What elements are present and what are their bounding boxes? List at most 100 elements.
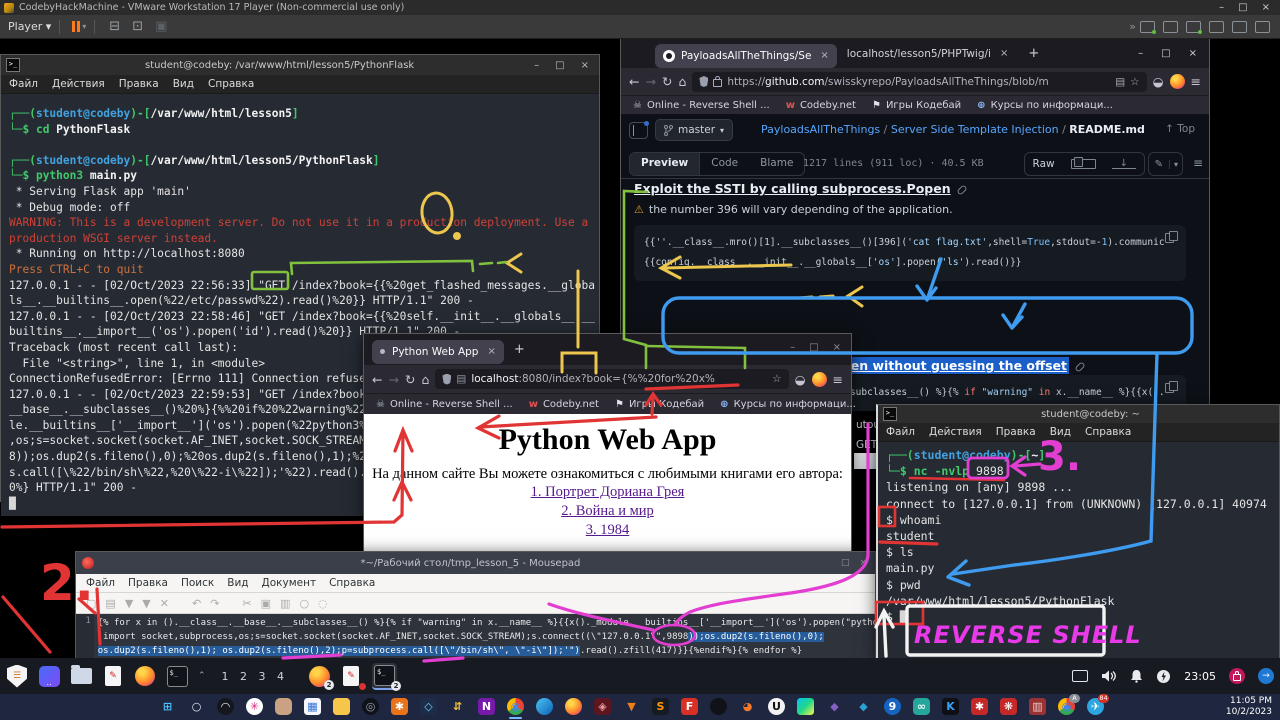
dock-clock[interactable]: 23:05 xyxy=(1184,670,1216,683)
minimize-button[interactable]: – xyxy=(1138,48,1143,59)
menu-item[interactable]: Файл xyxy=(886,426,915,438)
power-icon[interactable] xyxy=(1156,669,1171,684)
menu-item[interactable]: Документ xyxy=(262,577,317,589)
red-gear2-icon[interactable]: ❋ xyxy=(999,697,1018,716)
menu-item[interactable]: Поиск xyxy=(181,577,214,589)
firefox-running-icon[interactable]: 2 xyxy=(308,665,330,687)
sound-device-icon[interactable] xyxy=(1232,21,1247,33)
cd-device-icon[interactable] xyxy=(1163,21,1178,33)
planetside-icon[interactable]: 9 xyxy=(883,697,902,716)
branch-selector[interactable]: master▾ xyxy=(655,119,733,141)
toolbar-icon[interactable]: ○ xyxy=(299,597,309,610)
menu-item[interactable]: Файл xyxy=(86,577,115,589)
reload-icon[interactable]: ↻ xyxy=(405,372,415,387)
display-icon[interactable] xyxy=(1072,670,1088,682)
copy-icon[interactable] xyxy=(1165,383,1174,393)
bookmark-item[interactable]: ⊕Курсы по информаци... xyxy=(720,399,856,410)
mousepad-editor[interactable]: 1 {% for x in ().__class__.__base__.__su… xyxy=(76,614,875,660)
fullscreen-icon[interactable]: ⊡ xyxy=(132,19,143,34)
breadcrumb-repo[interactable]: PayloadsAllTheThings xyxy=(761,123,880,136)
link-text[interactable]: 1. Портрет Дориана Грея xyxy=(531,484,685,500)
notifications-bell-icon[interactable] xyxy=(1130,669,1143,683)
menu-item[interactable]: Вид xyxy=(1050,426,1071,438)
carrot-icon[interactable]: ▼ xyxy=(622,697,641,716)
menu-icon[interactable]: ≡ xyxy=(833,372,843,387)
tracking-shield-icon[interactable] xyxy=(442,374,451,385)
bookmark-item[interactable]: ☠Online - Reverse Shell ... xyxy=(376,399,513,410)
heading-subprocess-popen[interactable]: Exploit the SSTI by calling subprocess.P… xyxy=(634,181,967,196)
settings-orange-icon[interactable]: ✱ xyxy=(390,697,409,716)
close-button[interactable]: × xyxy=(833,342,841,353)
virtualbox-icon[interactable]: ∞ xyxy=(912,697,931,716)
home-icon[interactable]: ⌂ xyxy=(421,372,429,387)
bookmark-item[interactable]: ☠Online - Reverse Shell ... xyxy=(633,100,770,111)
menu-item[interactable]: Справка xyxy=(329,577,375,589)
visual-studio-icon[interactable]: ◆ xyxy=(825,697,844,716)
usb-device-icon[interactable] xyxy=(1209,21,1224,33)
bookmark-item[interactable]: wCodeby.net xyxy=(786,100,856,111)
book-link[interactable]: 1. Портрет Дориана Грея xyxy=(364,483,851,502)
kali-menu-icon[interactable]: ☰ xyxy=(6,665,28,687)
onenote-icon[interactable]: N xyxy=(477,697,496,716)
reader-mode-icon[interactable]: ▤ xyxy=(1115,76,1125,88)
download-icon[interactable]: ↓ xyxy=(1112,159,1136,169)
toolbar-icon[interactable]: ▼ xyxy=(142,597,150,610)
editor-running-icon[interactable]: ✎ xyxy=(340,665,362,687)
devices-expander[interactable]: » xyxy=(1129,20,1136,33)
close-tab-icon[interactable]: × xyxy=(487,346,495,357)
screen-lock-icon[interactable] xyxy=(1229,668,1245,684)
copy-icon[interactable] xyxy=(1071,159,1096,169)
toolbar-icon[interactable]: ▤ xyxy=(105,597,115,610)
copy-icon[interactable] xyxy=(1165,233,1174,243)
forward-icon[interactable]: → xyxy=(388,372,398,387)
link-text[interactable]: 2. Война и мир xyxy=(561,503,654,519)
maximize-button[interactable]: □ xyxy=(555,60,564,71)
edge-icon[interactable] xyxy=(535,697,554,716)
code-block-subprocess[interactable]: {{''.__class__.mro()[1].__subclasses__()… xyxy=(634,225,1186,281)
raw-button[interactable]: Raw xyxy=(1025,158,1063,170)
terminal-running-icon[interactable]: $_2 xyxy=(372,663,397,690)
menu-item[interactable]: Действия xyxy=(52,78,105,90)
workspace-switcher[interactable]: 1 2 3 4 xyxy=(222,670,288,683)
terminal-launcher-icon[interactable]: $_ xyxy=(166,665,188,687)
calendar-icon[interactable]: ▦ xyxy=(303,697,322,716)
maximize-button[interactable]: □ xyxy=(1161,48,1170,59)
firefox-account-icon[interactable] xyxy=(812,372,827,387)
bookmark-star-icon[interactable]: ☆ xyxy=(1130,76,1139,88)
outline-icon[interactable]: ≡ xyxy=(1193,156,1203,170)
book-link[interactable]: 2. Война и мир xyxy=(364,502,851,521)
vscode-icon[interactable]: ◆ xyxy=(854,697,873,716)
firefox-launcher-icon[interactable] xyxy=(134,665,156,687)
firefox-account-icon[interactable] xyxy=(1170,74,1185,89)
menu-item[interactable]: Справка xyxy=(1085,426,1131,438)
dock-expand-chevron[interactable]: ⌃ xyxy=(198,671,206,681)
pycharm-icon[interactable] xyxy=(796,697,815,716)
reload-icon[interactable]: ↻ xyxy=(662,74,672,89)
bookmark-item[interactable]: ⚑Игры Кодебай xyxy=(872,100,961,111)
toolbar-icon[interactable]: ▼ xyxy=(125,597,133,610)
edit-dropdown-icon[interactable]: ▾ xyxy=(1169,160,1182,169)
dark-circle-icon[interactable] xyxy=(709,697,728,716)
toolbar-icon[interactable]: ▢ xyxy=(86,597,96,610)
bookmark-item[interactable]: ⚑Игры Кодебай xyxy=(615,399,704,410)
red-toolbox-icon[interactable]: ▥ xyxy=(1028,697,1047,716)
dark-app-icon[interactable]: ◎ xyxy=(361,697,380,716)
minimize-button[interactable]: – xyxy=(1219,2,1224,13)
back-icon[interactable]: ← xyxy=(629,74,639,89)
book-link[interactable]: 3. 1984 xyxy=(364,521,851,540)
files-app-icon[interactable]: ‥ xyxy=(38,665,60,687)
url-bar[interactable]: https://github.com/swisskyrepo/PayloadsA… xyxy=(692,72,1146,92)
link-text[interactable]: 3. 1984 xyxy=(586,522,630,538)
menu-item[interactable]: Файл xyxy=(9,78,38,90)
tab-code[interactable]: Code xyxy=(700,153,749,175)
toolbar-icon[interactable]: ↶ xyxy=(192,597,201,610)
tracking-shield-icon[interactable] xyxy=(699,76,708,87)
sublime-icon[interactable]: S xyxy=(651,697,670,716)
menu-item[interactable]: Вид xyxy=(173,78,194,90)
home-icon[interactable]: ⌂ xyxy=(678,74,686,89)
player-menu[interactable]: Player ▾ xyxy=(8,20,51,33)
taskbar-clock[interactable]: 11:05 PM 10/2/2023 xyxy=(1226,696,1272,718)
sidebar-toggle-icon[interactable] xyxy=(629,122,648,139)
mousepad-titlebar[interactable]: *~/Рабочий стол/tmp_lesson_5 - Mousepad … xyxy=(76,552,875,574)
firefox-icon[interactable] xyxy=(564,697,583,716)
